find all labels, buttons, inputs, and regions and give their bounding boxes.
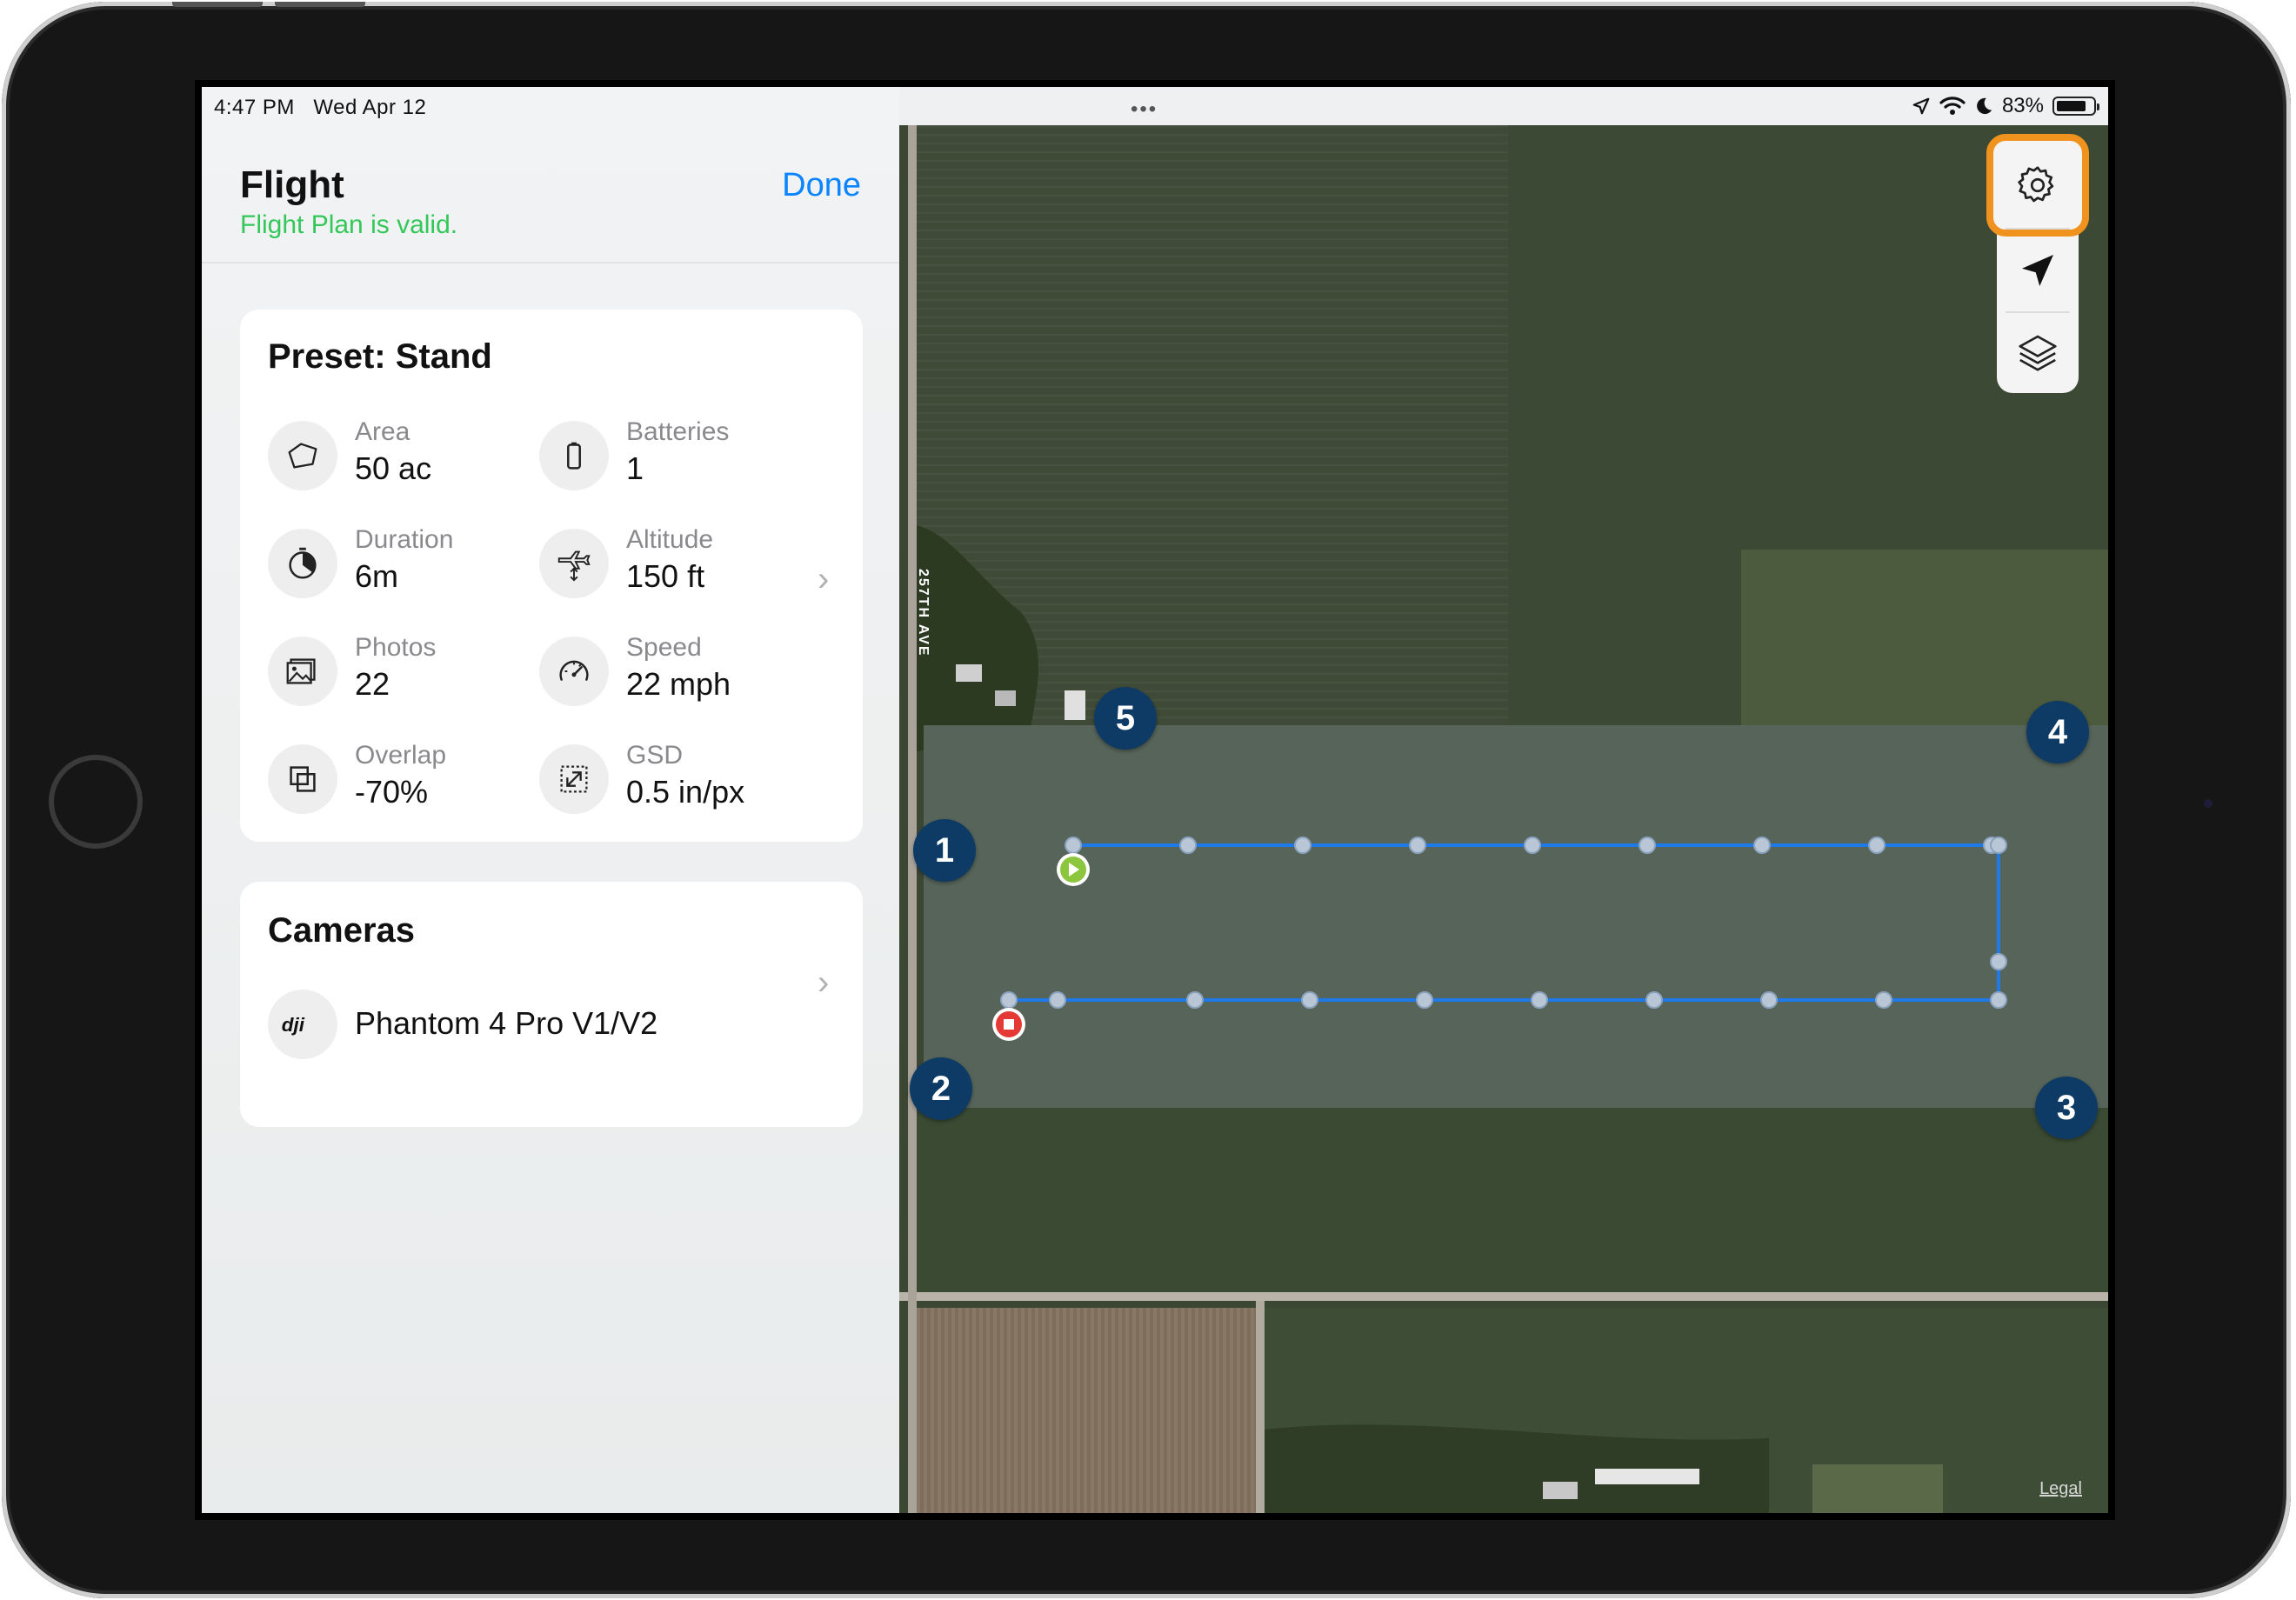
stat-gsd: GSD 0.5 in/px xyxy=(539,741,800,814)
battery-level-fill xyxy=(2057,101,2086,111)
boundary-marker-2[interactable]: 2 xyxy=(910,1057,972,1120)
flight-panel: Flight Flight Plan is valid. Done Preset… xyxy=(202,87,899,1513)
stat-label: Area xyxy=(355,417,410,446)
location-arrow-icon xyxy=(1912,97,1930,115)
stat-label: GSD xyxy=(626,741,684,770)
layers-icon xyxy=(2019,335,2057,371)
gsd-icon xyxy=(539,744,609,814)
volume-button xyxy=(172,2,263,7)
preset-card: Preset: Stand Area 50 ac Batteries 1 Dur… xyxy=(240,310,863,842)
dji-logo-icon: dji xyxy=(268,990,337,1059)
cameras-card[interactable]: Cameras dji Phantom 4 Pro V1/V2 › xyxy=(240,882,863,1127)
camera-name: Phantom 4 Pro V1/V2 xyxy=(355,1005,658,1041)
stat-overlap: Overlap -70% xyxy=(268,741,529,814)
boundary-marker-4[interactable]: 4 xyxy=(2026,701,2089,763)
stat-value: -70% xyxy=(355,774,429,810)
stat-batteries: Batteries 1 xyxy=(539,417,800,490)
stat-label: Duration xyxy=(355,525,454,554)
screen: 4:47 PM Wed Apr 12 ••• 83% Flight Flight… xyxy=(195,80,2115,1520)
stat-area: Area 50 ac xyxy=(268,417,529,490)
overlap-icon xyxy=(268,744,337,814)
boundary-marker-3[interactable]: 3 xyxy=(2035,1077,2098,1139)
panel-title: Flight xyxy=(240,163,344,206)
battery-percent: 83% xyxy=(2001,94,2044,117)
gear-icon xyxy=(2018,166,2054,203)
boundary-marker-5[interactable]: 5 xyxy=(1094,687,1157,750)
flight-path xyxy=(992,837,2007,1041)
stat-duration: Duration 6m xyxy=(268,525,529,598)
settings-button[interactable] xyxy=(1986,134,2089,237)
panel-header: Flight Flight Plan is valid. Done xyxy=(202,125,899,263)
stat-speed: Speed 22 mph xyxy=(539,633,800,706)
status-bar: 4:47 PM Wed Apr 12 ••• 83% xyxy=(202,87,2108,125)
status-time: 4:47 PM xyxy=(214,96,295,119)
stop-point-icon[interactable] xyxy=(992,1008,1025,1041)
road-label: 257TH AVE xyxy=(916,569,931,657)
location-arrow-icon xyxy=(2022,255,2053,286)
chevron-right-icon[interactable]: › xyxy=(818,965,829,1000)
stat-value: 1 xyxy=(626,450,644,486)
svg-text:dji: dji xyxy=(282,1014,305,1036)
start-point-icon[interactable] xyxy=(1057,853,1090,886)
boundary-marker-1[interactable]: 1 xyxy=(913,819,976,882)
timer-icon xyxy=(268,529,337,598)
photos-icon xyxy=(268,637,337,706)
stat-value: 22 mph xyxy=(626,666,731,702)
front-camera xyxy=(2204,799,2213,808)
stat-value: 22 xyxy=(355,666,390,702)
battery-icon xyxy=(2052,97,2099,116)
stat-label: Overlap xyxy=(355,741,447,770)
multitasking-dots[interactable]: ••• xyxy=(1131,97,1158,122)
wifi-icon xyxy=(1939,97,1966,115)
stat-value: 150 ft xyxy=(626,558,705,594)
moon-icon xyxy=(1977,97,1992,115)
layers-button[interactable] xyxy=(1997,311,2079,393)
volume-button xyxy=(275,2,365,7)
stat-photos: Photos 22 xyxy=(268,633,529,706)
chevron-right-icon[interactable]: › xyxy=(818,562,829,597)
stat-label: Altitude xyxy=(626,525,714,554)
battery-icon xyxy=(539,421,609,490)
stat-label: Batteries xyxy=(626,417,730,446)
stat-label: Photos xyxy=(355,633,437,662)
map-controls xyxy=(1986,134,2089,393)
ipad-frame: 4:47 PM Wed Apr 12 ••• 83% Flight Flight… xyxy=(2,2,2291,1598)
legal-link[interactable]: Legal xyxy=(2039,1479,2082,1499)
locate-button[interactable] xyxy=(1997,230,2079,311)
preset-title: Preset: Stand xyxy=(268,337,492,376)
status-date: Wed Apr 12 xyxy=(313,96,427,119)
stat-altitude[interactable]: Altitude 150 ft xyxy=(539,525,800,598)
stat-label: Speed xyxy=(626,633,702,662)
stat-value: 0.5 in/px xyxy=(626,774,745,810)
altitude-icon xyxy=(539,529,609,598)
speedometer-icon xyxy=(539,637,609,706)
home-button[interactable] xyxy=(49,755,143,849)
stat-value: 50 ac xyxy=(355,450,432,486)
flight-plan-status: Flight Plan is valid. xyxy=(240,210,458,239)
stat-value: 6m xyxy=(355,558,399,594)
cameras-title: Cameras xyxy=(268,911,416,950)
map-view[interactable]: 257TH AVE 1 2 3 4 5 Legal xyxy=(899,125,2108,1513)
area-icon xyxy=(268,421,337,490)
done-button[interactable]: Done xyxy=(782,167,861,204)
